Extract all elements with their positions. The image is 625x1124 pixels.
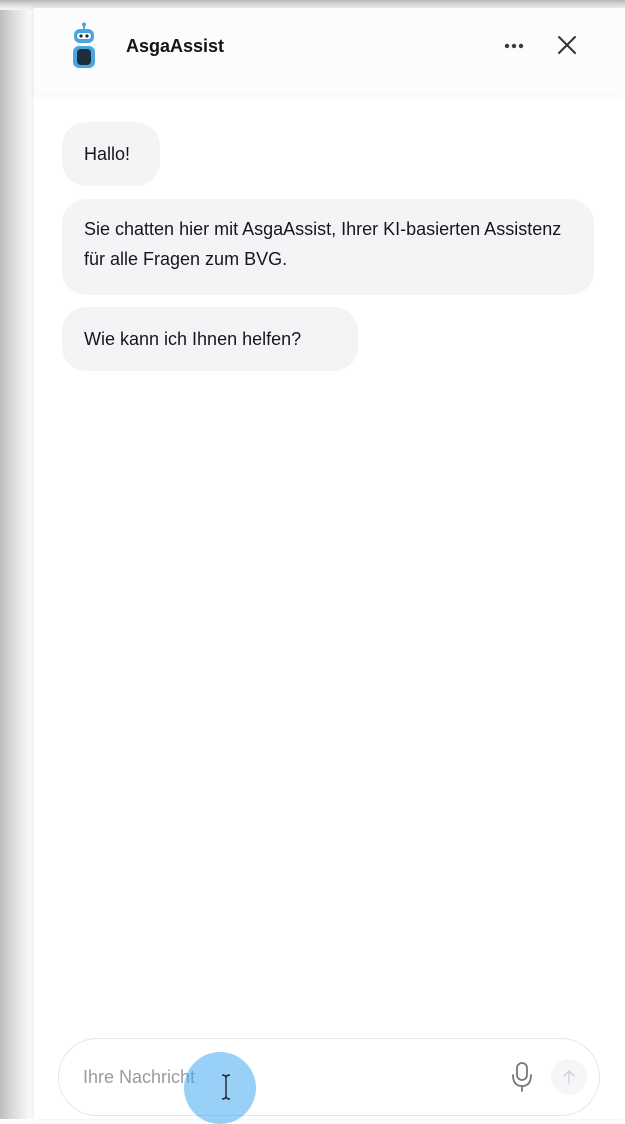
chat-title: AsgaAssist bbox=[126, 36, 225, 56]
assistant-message: Sie chatten hier mit AsgaAssist, Ihrer K… bbox=[62, 199, 594, 295]
more-horizontal-icon[interactable] bbox=[502, 34, 526, 58]
message-input[interactable]: Ihre Nachricht bbox=[58, 1038, 600, 1116]
assistant-message: Hallo! bbox=[62, 122, 160, 186]
close-icon[interactable] bbox=[554, 32, 580, 58]
arrow-up-icon bbox=[563, 1070, 575, 1084]
robot-icon bbox=[73, 22, 95, 68]
send-button[interactable] bbox=[551, 1059, 587, 1095]
more-dots-glyph bbox=[504, 43, 524, 49]
chat-header: AsgaAssist bbox=[34, 8, 625, 94]
assistant-message: Wie kann ich Ihnen helfen? bbox=[62, 307, 358, 371]
message-input-placeholder: Ihre Nachricht bbox=[83, 1067, 196, 1087]
microphone-icon[interactable] bbox=[511, 1061, 533, 1093]
chat-panel: AsgaAssist Hallo! Sie chatten hier mit A… bbox=[34, 8, 625, 1119]
